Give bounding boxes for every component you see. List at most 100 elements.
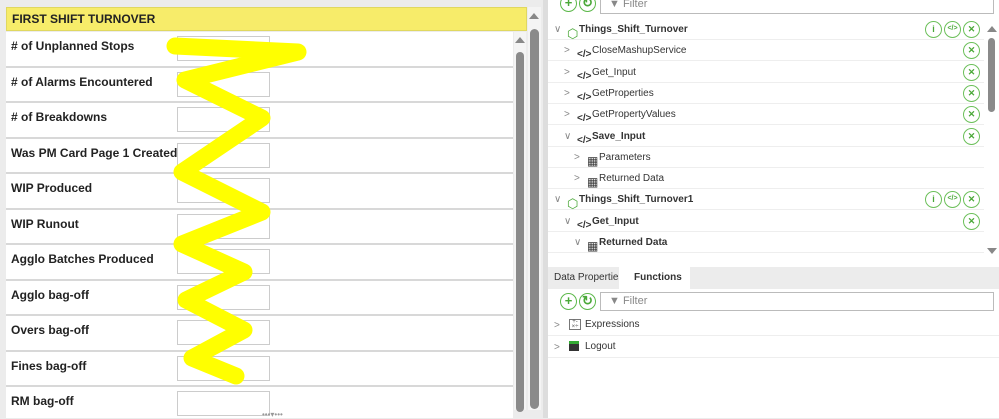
tree-item[interactable]: ∨ ▦ Returned Data (548, 232, 984, 253)
inner-scrollbar[interactable] (514, 32, 526, 412)
form-rows: # of Unplanned Stops # of Alarms Encounte… (6, 32, 513, 418)
field-label: RM bag-off (11, 394, 74, 408)
tree-scrollbar[interactable] (984, 19, 999, 257)
remove-icon[interactable]: ✕ (963, 21, 980, 38)
field-input[interactable] (177, 249, 270, 274)
remove-icon[interactable]: ✕ (963, 212, 980, 230)
chevron-right-icon[interactable]: > (564, 109, 570, 120)
chevron-right-icon[interactable]: > (564, 88, 570, 99)
tree-item[interactable]: ∨ ⬡ Things_Shift_Turnover1 ✕ </> i (548, 189, 984, 211)
chevron-right-icon[interactable]: > (564, 67, 570, 78)
chevron-down-icon[interactable]: ∨ (564, 216, 571, 227)
field-input[interactable] (177, 320, 270, 345)
form-row: Fines bag-off (6, 352, 513, 387)
logout-icon (569, 341, 579, 351)
scroll-thumb[interactable] (516, 52, 524, 412)
field-input[interactable] (177, 213, 270, 239)
tree-item[interactable]: > </> GetProperties ✕ (548, 83, 984, 104)
chevron-right-icon[interactable]: > (554, 342, 560, 353)
functions-toolbar: + ↻ ▼ Filter (548, 292, 999, 314)
field-input[interactable] (177, 71, 270, 97)
field-input[interactable] (177, 355, 270, 381)
code-icon[interactable]: </> (944, 21, 961, 38)
field-input[interactable] (177, 284, 270, 310)
scroll-up-icon[interactable] (529, 13, 539, 19)
add-icon[interactable]: + (560, 0, 577, 12)
list-item-logout[interactable]: > Logout (548, 337, 999, 358)
tab-data-properties[interactable]: Data Properties (548, 267, 629, 289)
filter-icon: ▼ (609, 295, 623, 307)
filter-input[interactable]: ▼ Filter (600, 292, 994, 311)
data-toolbar: + ↻ ▼ Filter (548, 0, 999, 17)
form-row: # of Unplanned Stops (6, 32, 513, 68)
data-panel: + ↻ ▼ Filter ∨ ⬡ Things_Shift_Turnover ✕ </>… (548, 0, 999, 418)
field-input[interactable] (177, 391, 270, 416)
info-icon[interactable]: i (925, 21, 942, 38)
form-row: WIP Produced (6, 174, 513, 210)
remove-icon[interactable]: ✕ (963, 63, 980, 81)
tab-functions[interactable]: Functions (619, 267, 690, 289)
filter-input[interactable]: ▼ Filter (600, 0, 994, 14)
field-label: # of Alarms Encountered (11, 74, 153, 89)
remove-icon[interactable]: ✕ (963, 84, 980, 102)
field-label: Overs bag-off (11, 323, 90, 337)
chevron-right-icon[interactable]: > (564, 45, 570, 56)
chevron-down-icon[interactable]: ∨ (564, 131, 571, 142)
refresh-icon[interactable]: ↻ (579, 293, 596, 310)
form-title: FIRST SHIFT TURNOVER (6, 7, 527, 31)
form-row: WIP Runout (6, 210, 513, 245)
form-row: Agglo Batches Produced (6, 245, 513, 281)
form-row: # of Alarms Encountered (6, 68, 513, 103)
tree-item[interactable]: ∨ </> Get_Input ✕ (548, 211, 984, 232)
chevron-down-icon[interactable]: ∨ (574, 237, 581, 248)
outer-scrollbar[interactable] (528, 7, 541, 410)
chevron-right-icon[interactable]: > (574, 152, 580, 163)
chevron-down-icon[interactable]: ∨ (554, 194, 561, 205)
mashup-canvas: FIRST SHIFT TURNOVER # of Unplanned Stop… (0, 0, 543, 419)
add-icon[interactable]: + (560, 293, 577, 310)
remove-icon[interactable]: ✕ (963, 42, 980, 60)
field-label: Fines bag-off (11, 358, 87, 373)
chevron-down-icon[interactable]: ∨ (554, 24, 561, 35)
field-label: Was PM Card Page 1 Created? (11, 145, 185, 160)
tree-item[interactable]: ∨ ⬡ Things_Shift_Turnover ✕ </> i (548, 19, 984, 41)
scroll-up-icon[interactable] (987, 26, 997, 32)
tree-item[interactable]: > </> Get_Input ✕ (548, 62, 984, 83)
field-label: Agglo bag-off (11, 287, 89, 302)
chevron-right-icon[interactable]: > (554, 320, 560, 331)
form-row: Was PM Card Page 1 Created? (6, 139, 513, 174)
remove-icon[interactable]: ✕ (963, 127, 980, 145)
remove-icon[interactable]: ✕ (963, 191, 980, 209)
scroll-down-icon[interactable] (987, 248, 997, 254)
form-row: Overs bag-off (6, 316, 513, 352)
field-input[interactable] (177, 36, 270, 61)
tree-item[interactable]: ∨ </> Save_Input ✕ (548, 126, 984, 147)
field-input[interactable] (177, 107, 270, 132)
field-label: # of Breakdowns (11, 110, 108, 124)
field-label: Agglo Batches Produced (11, 252, 154, 266)
scroll-thumb[interactable] (988, 38, 995, 112)
chevron-right-icon[interactable]: > (574, 173, 580, 184)
expressions-icon: +- ×÷ (569, 319, 581, 330)
info-icon[interactable]: i (925, 191, 942, 209)
scroll-up-icon[interactable] (515, 37, 525, 43)
tree-item[interactable]: > </> CloseMashupService ✕ (548, 40, 984, 62)
refresh-icon[interactable]: ↻ (579, 0, 596, 12)
remove-icon[interactable]: ✕ (963, 106, 980, 124)
list-item-expressions[interactable]: > +- ×÷ Expressions (548, 315, 999, 336)
form-row: # of Breakdowns (6, 103, 513, 139)
tree-item[interactable]: > ▦ Returned Data (548, 168, 984, 190)
filter-icon: ▼ (609, 0, 623, 10)
field-label: WIP Runout (11, 216, 79, 231)
field-input[interactable] (177, 178, 270, 203)
tree-item[interactable]: > </> GetPropertyValues ✕ (548, 104, 984, 126)
form-row: RM bag-off (6, 387, 513, 418)
bottom-tabs: Data Properties Functions (548, 267, 999, 289)
scroll-thumb[interactable] (530, 29, 539, 409)
field-input[interactable] (177, 142, 270, 168)
field-label: WIP Produced (11, 181, 93, 195)
form-row: Agglo bag-off (6, 281, 513, 316)
tree-item[interactable]: > ▦ Parameters (548, 147, 984, 168)
code-icon[interactable]: </> (944, 191, 961, 209)
field-label: # of Unplanned Stops (11, 39, 135, 53)
